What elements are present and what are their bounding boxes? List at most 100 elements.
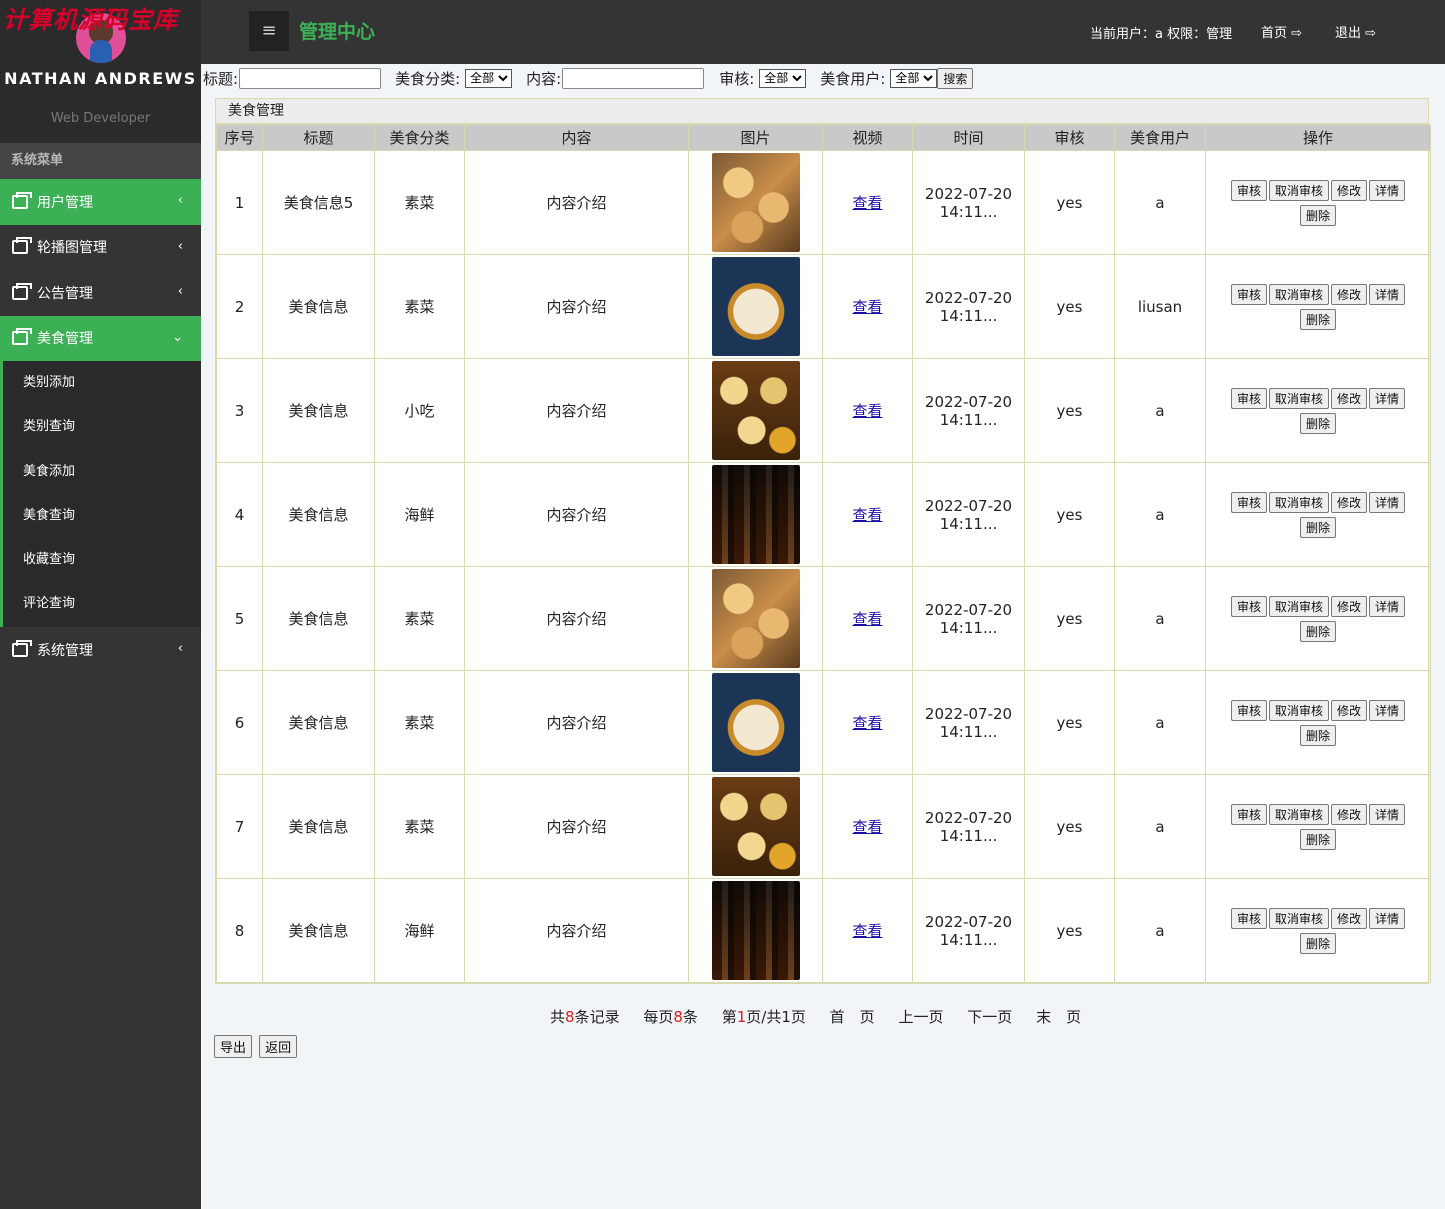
cell-user: a — [1114, 670, 1206, 775]
first-page-link[interactable]: 首 页 — [830, 1008, 875, 1026]
logout-link[interactable]: 退出 ⇨ — [1335, 22, 1376, 41]
cancel-audit-button[interactable]: 取消审核 — [1268, 907, 1329, 929]
time-clock: 14:11... — [939, 514, 998, 533]
details-button[interactable]: 详情 — [1369, 595, 1406, 617]
submenu-item-comment-query[interactable]: 评论查询 — [3, 582, 201, 626]
category-filter-select[interactable]: 全部 — [465, 68, 513, 88]
window-icon — [12, 191, 32, 209]
cell-audit: yes — [1024, 670, 1115, 775]
cancel-audit-button[interactable]: 取消审核 — [1268, 699, 1329, 721]
delete-button[interactable]: 删除 — [1299, 412, 1336, 434]
submenu-item-favorite-query[interactable]: 收藏查询 — [3, 538, 201, 582]
delete-button[interactable]: 删除 — [1299, 828, 1336, 850]
edit-button[interactable]: 修改 — [1331, 179, 1368, 201]
cell-actions: 审核 取消审核 修改 详情删除 — [1205, 358, 1431, 463]
cancel-audit-button[interactable]: 取消审核 — [1268, 387, 1329, 409]
column-header: 图片 — [688, 124, 823, 151]
sidebar-item-user-management[interactable]: 用户管理 ‹ — [0, 179, 201, 225]
search-button[interactable]: 搜索 — [937, 67, 974, 89]
view-video-link[interactable]: 查看 — [852, 610, 882, 628]
user-filter-select[interactable]: 全部 — [890, 68, 938, 88]
view-video-link[interactable]: 查看 — [852, 298, 882, 316]
sidebar-item-label: 轮播图管理 — [37, 240, 107, 257]
cell-no: 2 — [216, 254, 263, 359]
audit-filter-select[interactable]: 全部 — [759, 68, 807, 88]
cancel-audit-button[interactable]: 取消审核 — [1268, 491, 1329, 513]
sidebar-item-food-management[interactable]: 美食管理 ⌄ — [0, 315, 201, 361]
view-video-link[interactable]: 查看 — [852, 194, 882, 212]
cell-category: 素菜 — [374, 254, 465, 359]
details-button[interactable]: 详情 — [1369, 283, 1406, 305]
edit-button[interactable]: 修改 — [1331, 595, 1368, 617]
time-clock: 14:11... — [939, 306, 998, 325]
food-table: 序号 标题 美食分类 内容 图片 视频 时间 审核 美食用户 操作 1 美食信息5… — [216, 124, 1431, 983]
window-icon — [12, 328, 32, 346]
back-button[interactable]: 返回 — [259, 1035, 298, 1058]
cell-image — [688, 462, 823, 567]
submenu-item-food-query[interactable]: 美食查询 — [3, 494, 201, 538]
cell-image — [688, 878, 823, 983]
edit-button[interactable]: 修改 — [1331, 699, 1368, 721]
audit-button[interactable]: 审核 — [1230, 387, 1267, 409]
time-date: 2022-07-20 — [924, 184, 1013, 203]
submenu-item-category-add[interactable]: 类别添加 — [3, 361, 201, 405]
audit-button[interactable]: 审核 — [1230, 491, 1267, 513]
food-thumbnail — [711, 673, 800, 772]
edit-button[interactable]: 修改 — [1331, 491, 1368, 513]
submenu-item-category-query[interactable]: 类别查询 — [3, 405, 201, 449]
delete-button[interactable]: 删除 — [1299, 204, 1336, 226]
delete-button[interactable]: 删除 — [1299, 620, 1336, 642]
export-button[interactable]: 导出 — [214, 1035, 253, 1058]
cancel-audit-button[interactable]: 取消审核 — [1268, 283, 1329, 305]
view-video-link[interactable]: 查看 — [852, 506, 882, 524]
last-page-link[interactable]: 末 页 — [1036, 1008, 1081, 1026]
edit-button[interactable]: 修改 — [1331, 907, 1368, 929]
edit-button[interactable]: 修改 — [1331, 283, 1368, 305]
details-button[interactable]: 详情 — [1369, 907, 1406, 929]
view-video-link[interactable]: 查看 — [852, 714, 882, 732]
details-button[interactable]: 详情 — [1369, 699, 1406, 721]
cell-time: 2022-07-20 14:11... — [912, 358, 1025, 463]
delete-button[interactable]: 删除 — [1299, 724, 1336, 746]
prev-page-link[interactable]: 上一页 — [898, 1008, 943, 1026]
hamburger-menu-icon[interactable]: ≡ — [249, 11, 289, 51]
details-button[interactable]: 详情 — [1369, 491, 1406, 513]
cancel-audit-button[interactable]: 取消审核 — [1268, 595, 1329, 617]
time-date: 2022-07-20 — [924, 704, 1013, 723]
details-button[interactable]: 详情 — [1369, 179, 1406, 201]
next-page-link[interactable]: 下一页 — [967, 1008, 1012, 1026]
audit-button[interactable]: 审核 — [1230, 283, 1267, 305]
details-button[interactable]: 详情 — [1369, 387, 1406, 409]
cell-time: 2022-07-20 14:11... — [912, 566, 1025, 671]
content-filter-input[interactable] — [562, 67, 705, 89]
cancel-audit-button[interactable]: 取消审核 — [1268, 803, 1329, 825]
window-icon — [12, 282, 32, 300]
sidebar-item-carousel-management[interactable]: 轮播图管理 ‹ — [0, 225, 201, 271]
home-link[interactable]: 首页 ⇨ — [1261, 22, 1302, 41]
audit-button[interactable]: 审核 — [1230, 179, 1267, 201]
sidebar-item-notice-management[interactable]: 公告管理 ‹ — [0, 270, 201, 316]
cancel-audit-button[interactable]: 取消审核 — [1268, 179, 1329, 201]
audit-button[interactable]: 审核 — [1230, 595, 1267, 617]
view-video-link[interactable]: 查看 — [852, 818, 882, 836]
delete-button[interactable]: 删除 — [1299, 308, 1336, 330]
delete-button[interactable]: 删除 — [1299, 516, 1336, 538]
view-video-link[interactable]: 查看 — [852, 922, 882, 940]
view-video-link[interactable]: 查看 — [852, 402, 882, 420]
audit-filter-label: 审核: — [719, 69, 755, 88]
audit-button[interactable]: 审核 — [1230, 699, 1267, 721]
chevron-left-icon: ‹ — [177, 640, 183, 656]
edit-button[interactable]: 修改 — [1331, 803, 1368, 825]
profile-role: Web Developer — [50, 111, 151, 126]
edit-button[interactable]: 修改 — [1331, 387, 1368, 409]
sidebar-item-system-management[interactable]: 系统管理 ‹ — [0, 627, 201, 673]
delete-button[interactable]: 删除 — [1299, 932, 1336, 954]
submenu-item-food-add[interactable]: 美食添加 — [3, 450, 201, 494]
cell-title: 美食信息 — [262, 878, 375, 983]
current-user-info: 当前用户：a 权限：管理 — [1090, 27, 1233, 42]
cell-user: a — [1114, 774, 1206, 879]
audit-button[interactable]: 审核 — [1230, 803, 1267, 825]
details-button[interactable]: 详情 — [1369, 803, 1406, 825]
title-filter-input[interactable] — [239, 67, 382, 89]
audit-button[interactable]: 审核 — [1230, 907, 1267, 929]
